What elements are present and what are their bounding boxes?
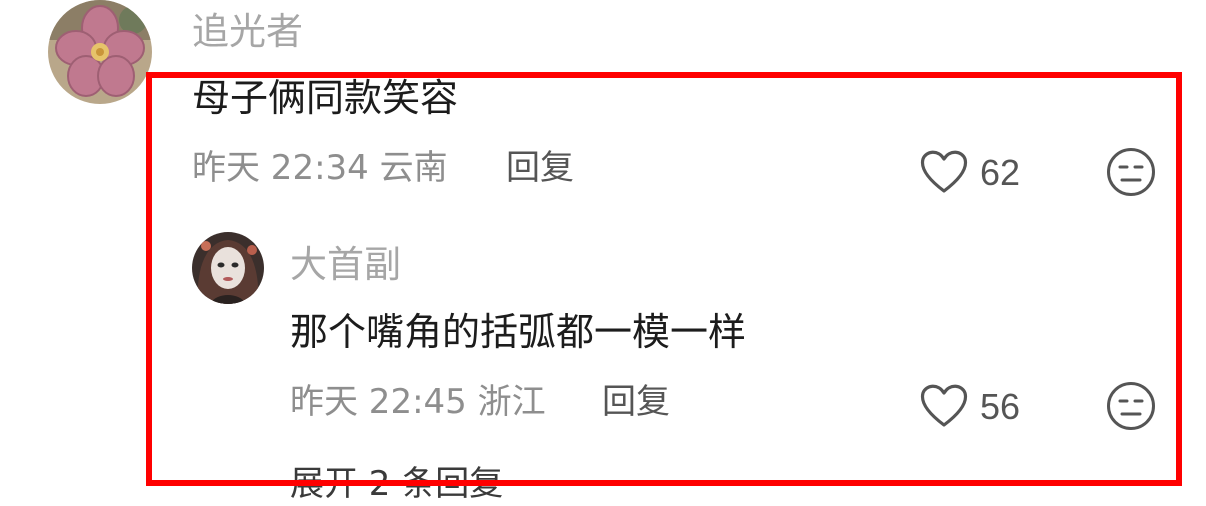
reply-reply-button[interactable]: 回复 — [602, 382, 670, 422]
comment-meta: 昨天 22:34 云南 — [192, 148, 448, 188]
reply-like-button[interactable]: 56 — [918, 382, 1020, 432]
commenter-username[interactable]: 追光者 — [192, 12, 303, 52]
comment-text: 母子俩同款笑容 — [192, 76, 459, 120]
comment-like-button[interactable]: 62 — [918, 148, 1020, 198]
reply-username[interactable]: 大首副 — [290, 245, 401, 285]
heart-outline-icon — [918, 382, 970, 432]
reply-like-count: 56 — [980, 386, 1021, 427]
comment-like-count: 62 — [980, 152, 1021, 193]
heart-outline-icon — [918, 148, 970, 198]
reply-text: 那个嘴角的括弧都一模一样 — [290, 310, 747, 354]
comment-reply-button[interactable]: 回复 — [506, 148, 574, 188]
meh-face-icon — [1106, 382, 1156, 435]
reply-dislike-button[interactable] — [1106, 381, 1156, 435]
commenter-avatar[interactable] — [48, 0, 152, 104]
reply-meta: 昨天 22:45 浙江 — [290, 382, 546, 422]
comment-dislike-button[interactable] — [1106, 147, 1156, 201]
reply-avatar[interactable] — [192, 232, 264, 304]
expand-replies-button[interactable]: 展开 2 条回复 — [290, 464, 503, 504]
meh-face-icon — [1106, 148, 1156, 201]
